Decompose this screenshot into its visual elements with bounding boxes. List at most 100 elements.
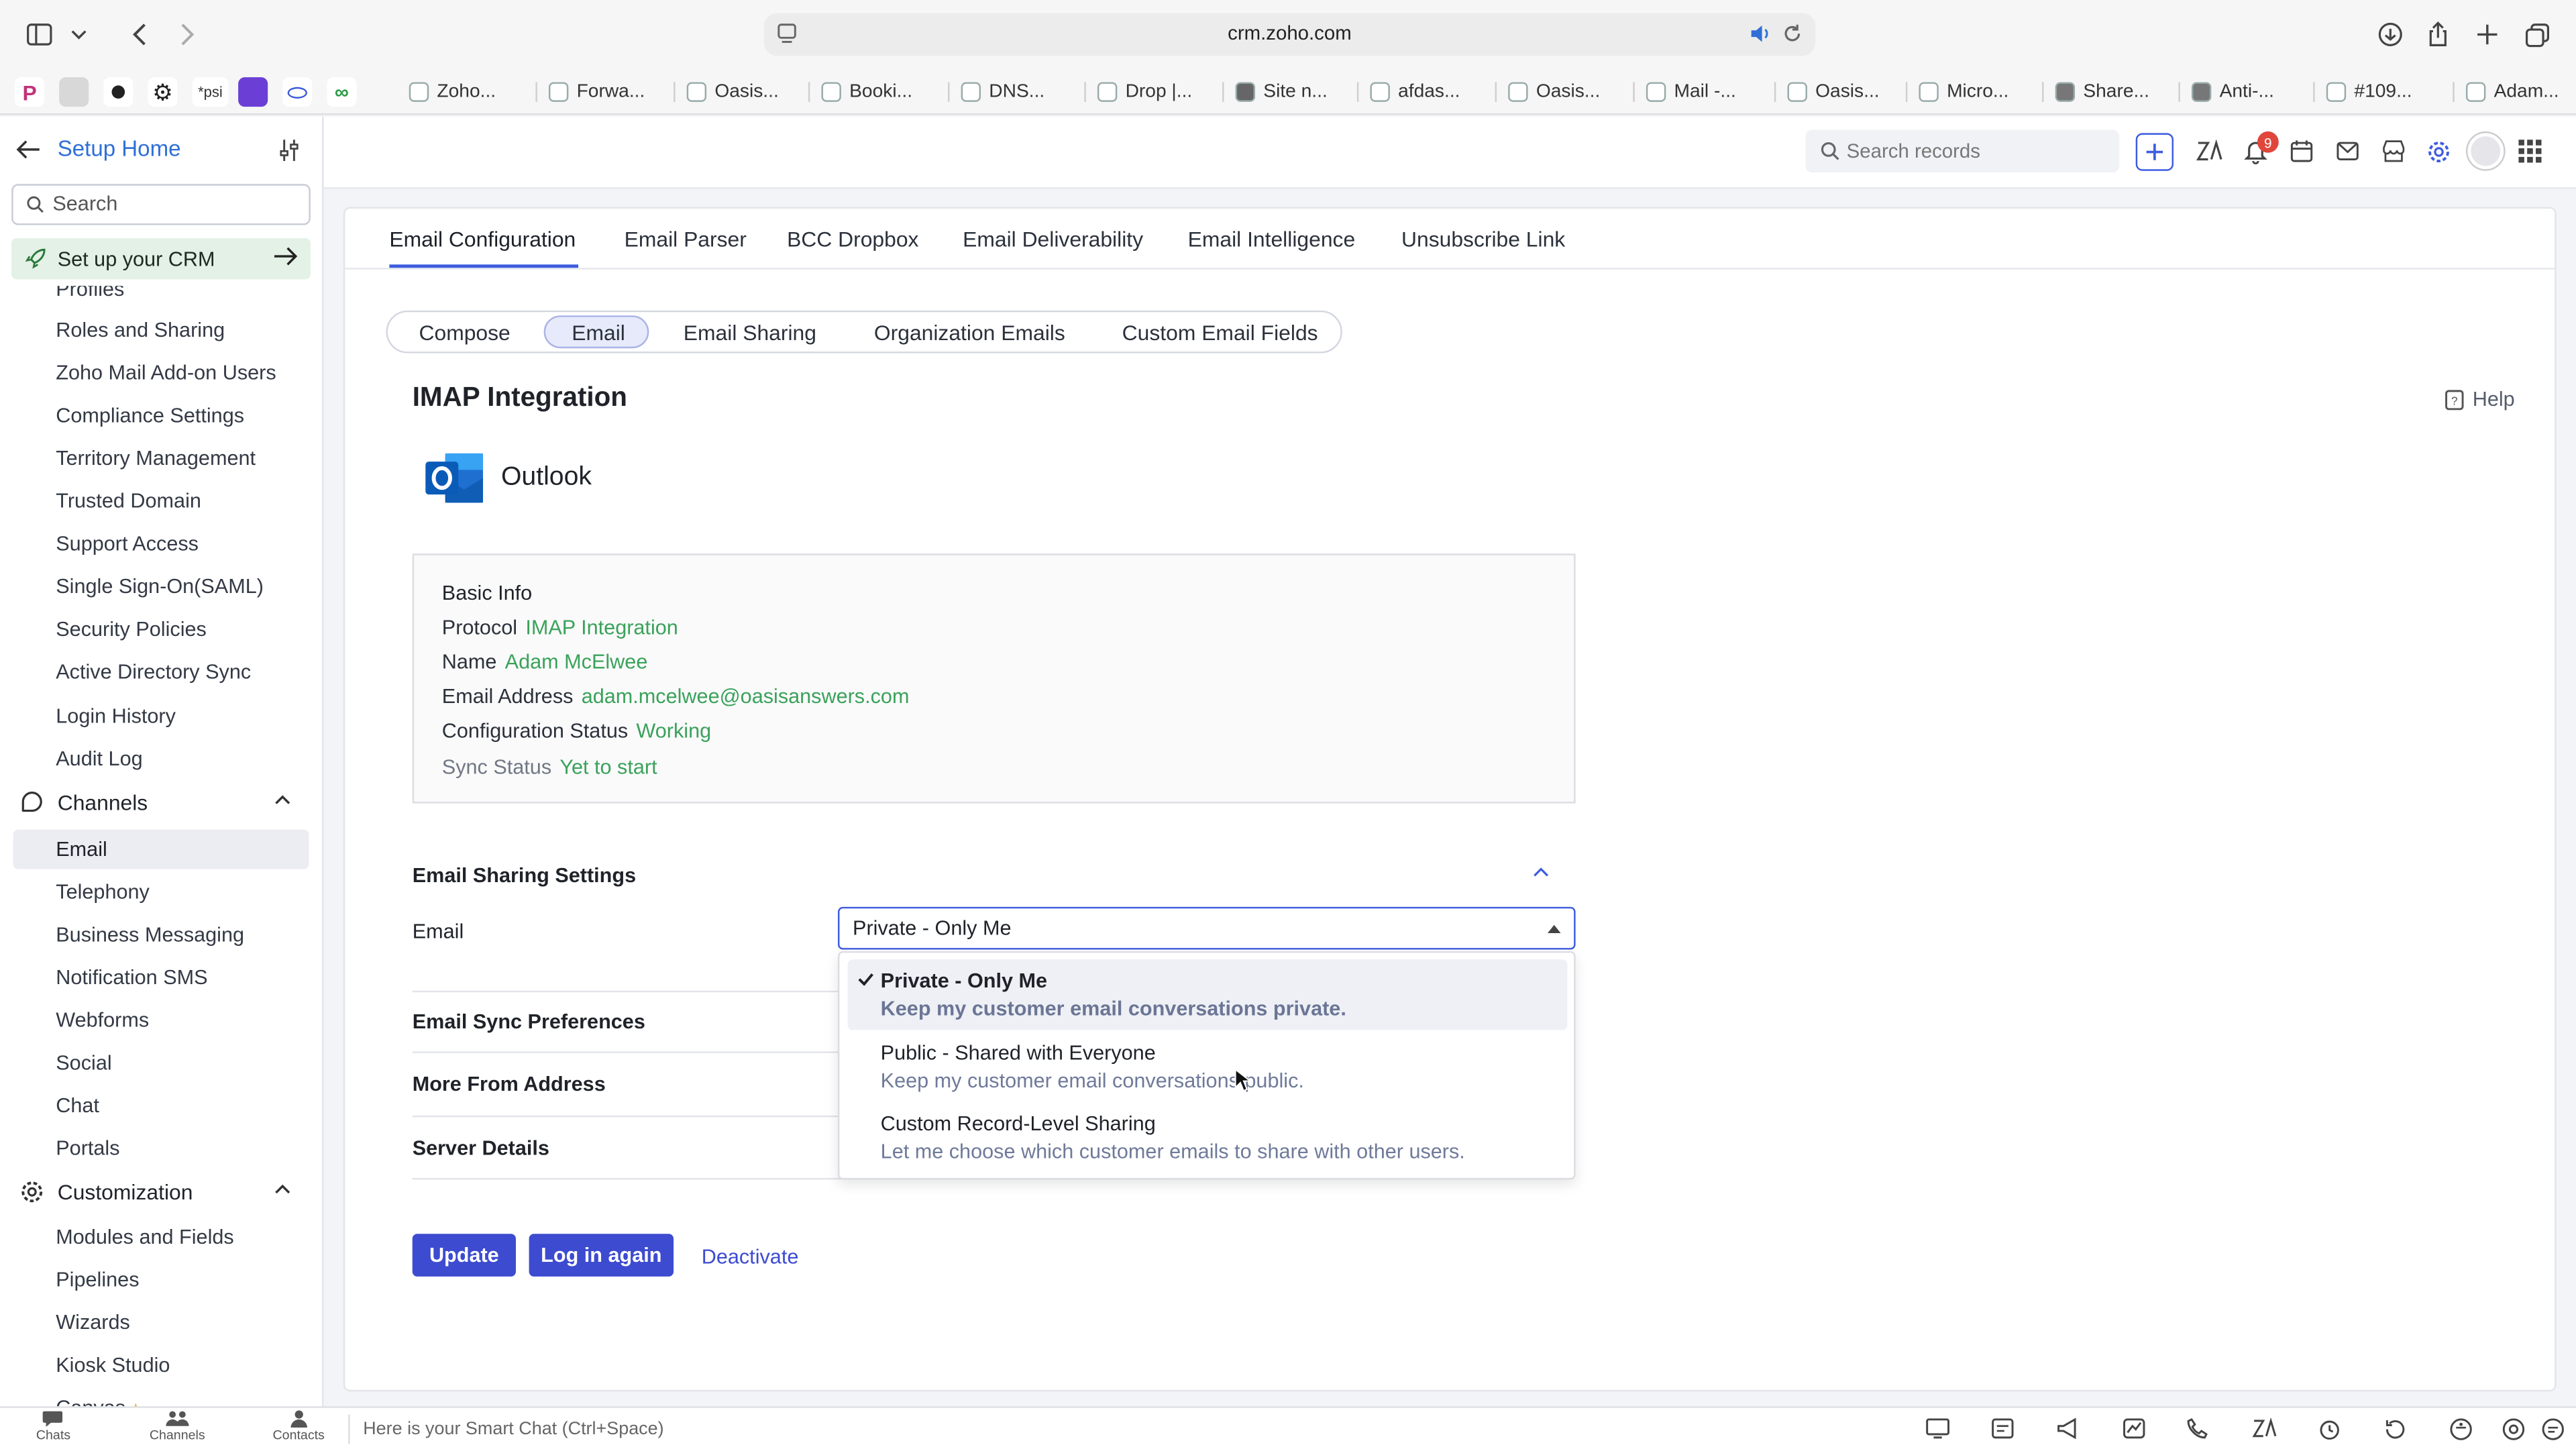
browser-tab[interactable]: Site n... [1235, 76, 1328, 109]
mail-icon[interactable] [2336, 142, 2359, 161]
sidebar-item-compliance-settings[interactable]: Compliance Settings [56, 404, 244, 427]
sidebar-search-input[interactable]: Search [11, 184, 311, 225]
sidebar-item-pipelines[interactable]: Pipelines [56, 1269, 139, 1291]
email-sharing-select[interactable]: Private - Only Me [837, 906, 1576, 950]
browser-tab[interactable]: Forwa... [548, 76, 645, 109]
share-icon[interactable] [2420, 18, 2456, 51]
sidebar-item-support-access[interactable]: Support Access [56, 532, 199, 555]
accessibility-icon[interactable] [2449, 1417, 2472, 1440]
chevron-up-icon[interactable] [274, 1183, 290, 1194]
mention-icon[interactable] [2502, 1417, 2525, 1440]
chat-support-icon[interactable] [2542, 1417, 2565, 1440]
browser-tab[interactable]: Oasis... [1787, 76, 1880, 109]
avatar[interactable] [2467, 133, 2504, 170]
sidebar-item-audit-log[interactable]: Audit Log [56, 747, 142, 770]
tab-overview-icon[interactable] [2518, 18, 2555, 51]
alarm-clock-icon[interactable] [2318, 1417, 2341, 1440]
create-new-button[interactable] [2135, 133, 2174, 171]
history-icon[interactable] [2383, 1417, 2406, 1440]
sidebar-item-portals[interactable]: Portals [56, 1137, 119, 1160]
zia-bottom-icon[interactable] [2252, 1417, 2279, 1439]
bottom-contacts[interactable]: Contacts [273, 1409, 325, 1442]
sidebar-item-social[interactable]: Social [56, 1051, 111, 1074]
server-details-section[interactable]: Server Details [413, 1137, 549, 1160]
sidebar-item-telephony[interactable]: Telephony [56, 881, 150, 904]
more-from-address-section[interactable]: More From Address [413, 1073, 606, 1095]
tab-email-intelligence[interactable]: Email Intelligence [1188, 227, 1356, 252]
browser-tab[interactable]: Mail -... [1646, 76, 1736, 109]
option-custom-record-level[interactable]: Custom Record-Level Sharing Let me choos… [848, 1102, 1568, 1173]
apps-grid-icon[interactable] [2518, 140, 2542, 163]
browser-tab[interactable]: Zoho... [409, 76, 496, 109]
browser-tab[interactable]: Adam... [2465, 76, 2559, 109]
subtab-organization-emails[interactable]: Organization Emails [874, 321, 1065, 345]
sidebar-item-login-history[interactable]: Login History [56, 705, 176, 728]
sidebar-section-customization[interactable]: Customization [19, 1179, 290, 1204]
deactivate-link[interactable]: Deactivate [702, 1245, 799, 1268]
browser-tab[interactable]: Micro... [1919, 76, 2008, 109]
setup-your-crm-banner[interactable]: Set up your CRM [11, 238, 311, 280]
pinned-tab-link-icon[interactable]: ∞ [327, 77, 357, 107]
browser-tab[interactable]: afdas... [1370, 76, 1460, 109]
option-public-shared[interactable]: Public - Shared with Everyone Keep my cu… [848, 1032, 1568, 1102]
screen-share-icon[interactable] [1925, 1417, 1950, 1439]
sidebar-item-modules-and-fields[interactable]: Modules and Fields [56, 1226, 233, 1248]
collapse-chevron-icon[interactable] [1533, 866, 1549, 877]
sidebar-item-email[interactable]: Email [56, 838, 107, 861]
browser-tab[interactable]: #109... [2326, 76, 2412, 109]
subtab-email[interactable]: Email [572, 321, 625, 345]
chevron-down-icon[interactable] [61, 18, 97, 51]
sidebar-item-roles-and-sharing[interactable]: Roles and Sharing [56, 319, 225, 341]
browser-tab[interactable]: Booki... [821, 76, 912, 109]
sidebar-item-zoho-mail-add-on-users[interactable]: Zoho Mail Add-on Users [56, 362, 276, 384]
download-icon[interactable] [2372, 18, 2408, 51]
sidebar-item-single-sign-on[interactable]: Single Sign-On(SAML) [56, 575, 264, 598]
tab-email-parser[interactable]: Email Parser [625, 227, 747, 252]
browser-tab[interactable]: Drop |... [1097, 76, 1192, 109]
smart-chat-input[interactable]: Here is your Smart Chat (Ctrl+Space) [363, 1419, 663, 1439]
calendar-icon[interactable] [2290, 140, 2313, 162]
update-button[interactable]: Update [412, 1234, 516, 1277]
browser-tab[interactable]: Oasis... [1508, 76, 1600, 109]
address-bar[interactable]: crm.zoho.com [763, 13, 1816, 56]
pinned-tab-icon[interactable] [59, 77, 89, 107]
email-sync-preferences-section[interactable]: Email Sync Preferences [413, 1010, 645, 1033]
pinned-tab-search-icon[interactable] [103, 77, 133, 107]
marketplace-icon[interactable] [2382, 140, 2405, 162]
pinned-tab-psi-icon[interactable]: *psi [192, 77, 229, 107]
megaphone-icon[interactable] [2057, 1417, 2082, 1440]
pinned-tab-eye-icon[interactable] [282, 77, 313, 107]
browser-tab[interactable]: Oasis... [686, 76, 779, 109]
browser-tab[interactable]: Share... [2055, 76, 2149, 109]
analytics-icon[interactable] [2123, 1417, 2145, 1439]
sidebar-item-trusted-domain[interactable]: Trusted Domain [56, 490, 201, 513]
back-arrow-icon[interactable] [16, 139, 41, 158]
search-records-input[interactable]: Search records [1805, 129, 2120, 173]
setup-gear-icon[interactable] [2426, 140, 2451, 164]
tab-email-deliverability[interactable]: Email Deliverability [963, 227, 1143, 252]
option-private-only-me[interactable]: Private - Only Me Keep my customer email… [847, 959, 1568, 1030]
filter-settings-icon[interactable] [279, 140, 301, 162]
sidebar-item-notification-sms[interactable]: Notification SMS [56, 966, 207, 989]
sidebar-item-webforms[interactable]: Webforms [56, 1009, 149, 1032]
bottom-channels[interactable]: Channels [150, 1409, 205, 1442]
pinned-tab-gear-icon[interactable]: ⚙ [148, 77, 178, 107]
sidebar-item-security-policies[interactable]: Security Policies [56, 618, 207, 641]
bottom-chats[interactable]: Chats [36, 1409, 70, 1442]
browser-tab[interactable]: Anti-... [2191, 76, 2274, 109]
subtab-custom-email-fields[interactable]: Custom Email Fields [1122, 321, 1318, 345]
help-link[interactable]: ? Help [2445, 388, 2515, 411]
sidebar-item-wizards[interactable]: Wizards [56, 1311, 130, 1334]
reload-icon[interactable] [1782, 23, 1802, 44]
subtab-email-sharing[interactable]: Email Sharing [684, 321, 816, 345]
tab-bcc-dropbox[interactable]: BCC Dropbox [787, 227, 918, 252]
sidebar-item-canvas[interactable]: Canvas ✦ [56, 1397, 142, 1407]
form-icon[interactable] [1991, 1417, 2014, 1439]
tab-unsubscribe-link[interactable]: Unsubscribe Link [1401, 227, 1565, 252]
back-icon[interactable] [121, 18, 158, 51]
sidebar-toggle-icon[interactable] [21, 18, 58, 51]
sidebar-item-territory-management[interactable]: Territory Management [56, 447, 256, 470]
subtab-compose[interactable]: Compose [419, 321, 510, 345]
sidebar-section-channels[interactable]: Channels [19, 790, 290, 815]
phone-icon[interactable] [2187, 1417, 2210, 1439]
